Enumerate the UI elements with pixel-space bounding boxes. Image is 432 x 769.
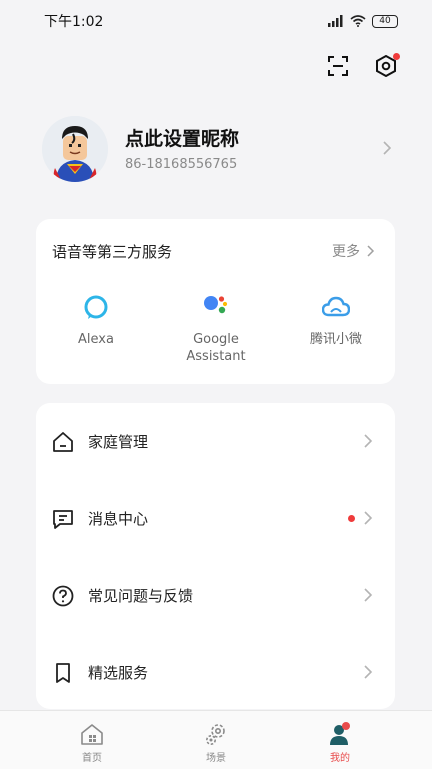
message-icon bbox=[51, 507, 75, 531]
menu-item-faq-feedback[interactable]: 常见问题与反馈 bbox=[36, 565, 395, 625]
tab-label: 首页 bbox=[82, 753, 102, 764]
menu-card: 家庭管理 消息中心 常见问题与反馈 精选服务 bbox=[36, 403, 395, 709]
status-bar: 下午1:02 40 bbox=[0, 0, 432, 40]
home-tab-icon bbox=[52, 721, 132, 747]
menu-label: 常见问题与反馈 bbox=[88, 587, 194, 605]
menu-label: 消息中心 bbox=[88, 510, 149, 528]
tab-home[interactable]: 首页 bbox=[52, 721, 132, 764]
service-label: 腾讯小微 bbox=[309, 332, 362, 347]
scene-tab-icon bbox=[176, 721, 256, 747]
chevron-right-icon bbox=[363, 433, 373, 453]
status-time: 下午1:02 bbox=[44, 14, 104, 30]
wifi-icon bbox=[350, 12, 366, 31]
service-label: Google Assistant bbox=[186, 332, 246, 364]
chevron-right-icon bbox=[367, 245, 375, 257]
phone-number: 86-18168556765 bbox=[125, 157, 238, 172]
voice-services-card: 语音等第三方服务 更多 Alexa Google Assistant 腾讯小微 bbox=[36, 219, 395, 384]
chevron-right-icon bbox=[382, 140, 392, 160]
avatar[interactable] bbox=[42, 116, 108, 182]
tab-scenes[interactable]: 场景 bbox=[176, 721, 256, 764]
menu-label: 家庭管理 bbox=[88, 433, 149, 451]
bookmark-icon bbox=[51, 661, 75, 685]
battery-icon: 40 bbox=[372, 15, 398, 28]
top-actions bbox=[324, 52, 400, 80]
profile-row[interactable]: 点此设置昵称 86-18168556765 bbox=[42, 116, 402, 184]
menu-label: 精选服务 bbox=[88, 664, 149, 682]
tab-mine[interactable]: 我的 bbox=[300, 721, 380, 764]
profile-tab-icon bbox=[300, 721, 380, 747]
chevron-right-icon bbox=[363, 510, 373, 530]
tab-label: 场景 bbox=[206, 753, 226, 764]
signal-icon bbox=[328, 12, 344, 31]
nickname[interactable]: 点此设置昵称 bbox=[125, 124, 239, 151]
message-badge-dot bbox=[348, 515, 355, 522]
help-icon bbox=[51, 584, 75, 608]
tencent-xiaowei-icon bbox=[286, 293, 386, 321]
scan-icon bbox=[328, 56, 348, 76]
chevron-right-icon bbox=[363, 587, 373, 607]
alexa-icon bbox=[46, 293, 146, 321]
service-google-assistant[interactable]: Google Assistant bbox=[166, 293, 266, 365]
service-tencent-xiaowei[interactable]: 腾讯小微 bbox=[286, 293, 386, 348]
menu-item-featured-services[interactable]: 精选服务 bbox=[36, 642, 395, 702]
home-icon bbox=[51, 430, 75, 454]
services-more-label: 更多 bbox=[332, 244, 360, 260]
google-assistant-icon bbox=[166, 293, 266, 321]
scan-button[interactable] bbox=[324, 52, 352, 80]
chevron-right-icon bbox=[363, 664, 373, 684]
settings-button[interactable] bbox=[372, 52, 400, 80]
services-more-link[interactable]: 更多 bbox=[332, 241, 375, 261]
service-label: Alexa bbox=[78, 332, 114, 347]
bottom-tab-bar: 首页 场景 我的 bbox=[0, 710, 432, 769]
battery-level: 40 bbox=[379, 16, 391, 26]
menu-item-message-center[interactable]: 消息中心 bbox=[36, 488, 395, 548]
settings-badge-dot bbox=[393, 53, 400, 60]
service-alexa[interactable]: Alexa bbox=[46, 293, 146, 348]
status-icons: 40 bbox=[328, 12, 398, 31]
tab-label: 我的 bbox=[330, 753, 350, 764]
services-title: 语音等第三方服务 bbox=[52, 243, 173, 261]
menu-item-family-management[interactable]: 家庭管理 bbox=[36, 411, 395, 471]
